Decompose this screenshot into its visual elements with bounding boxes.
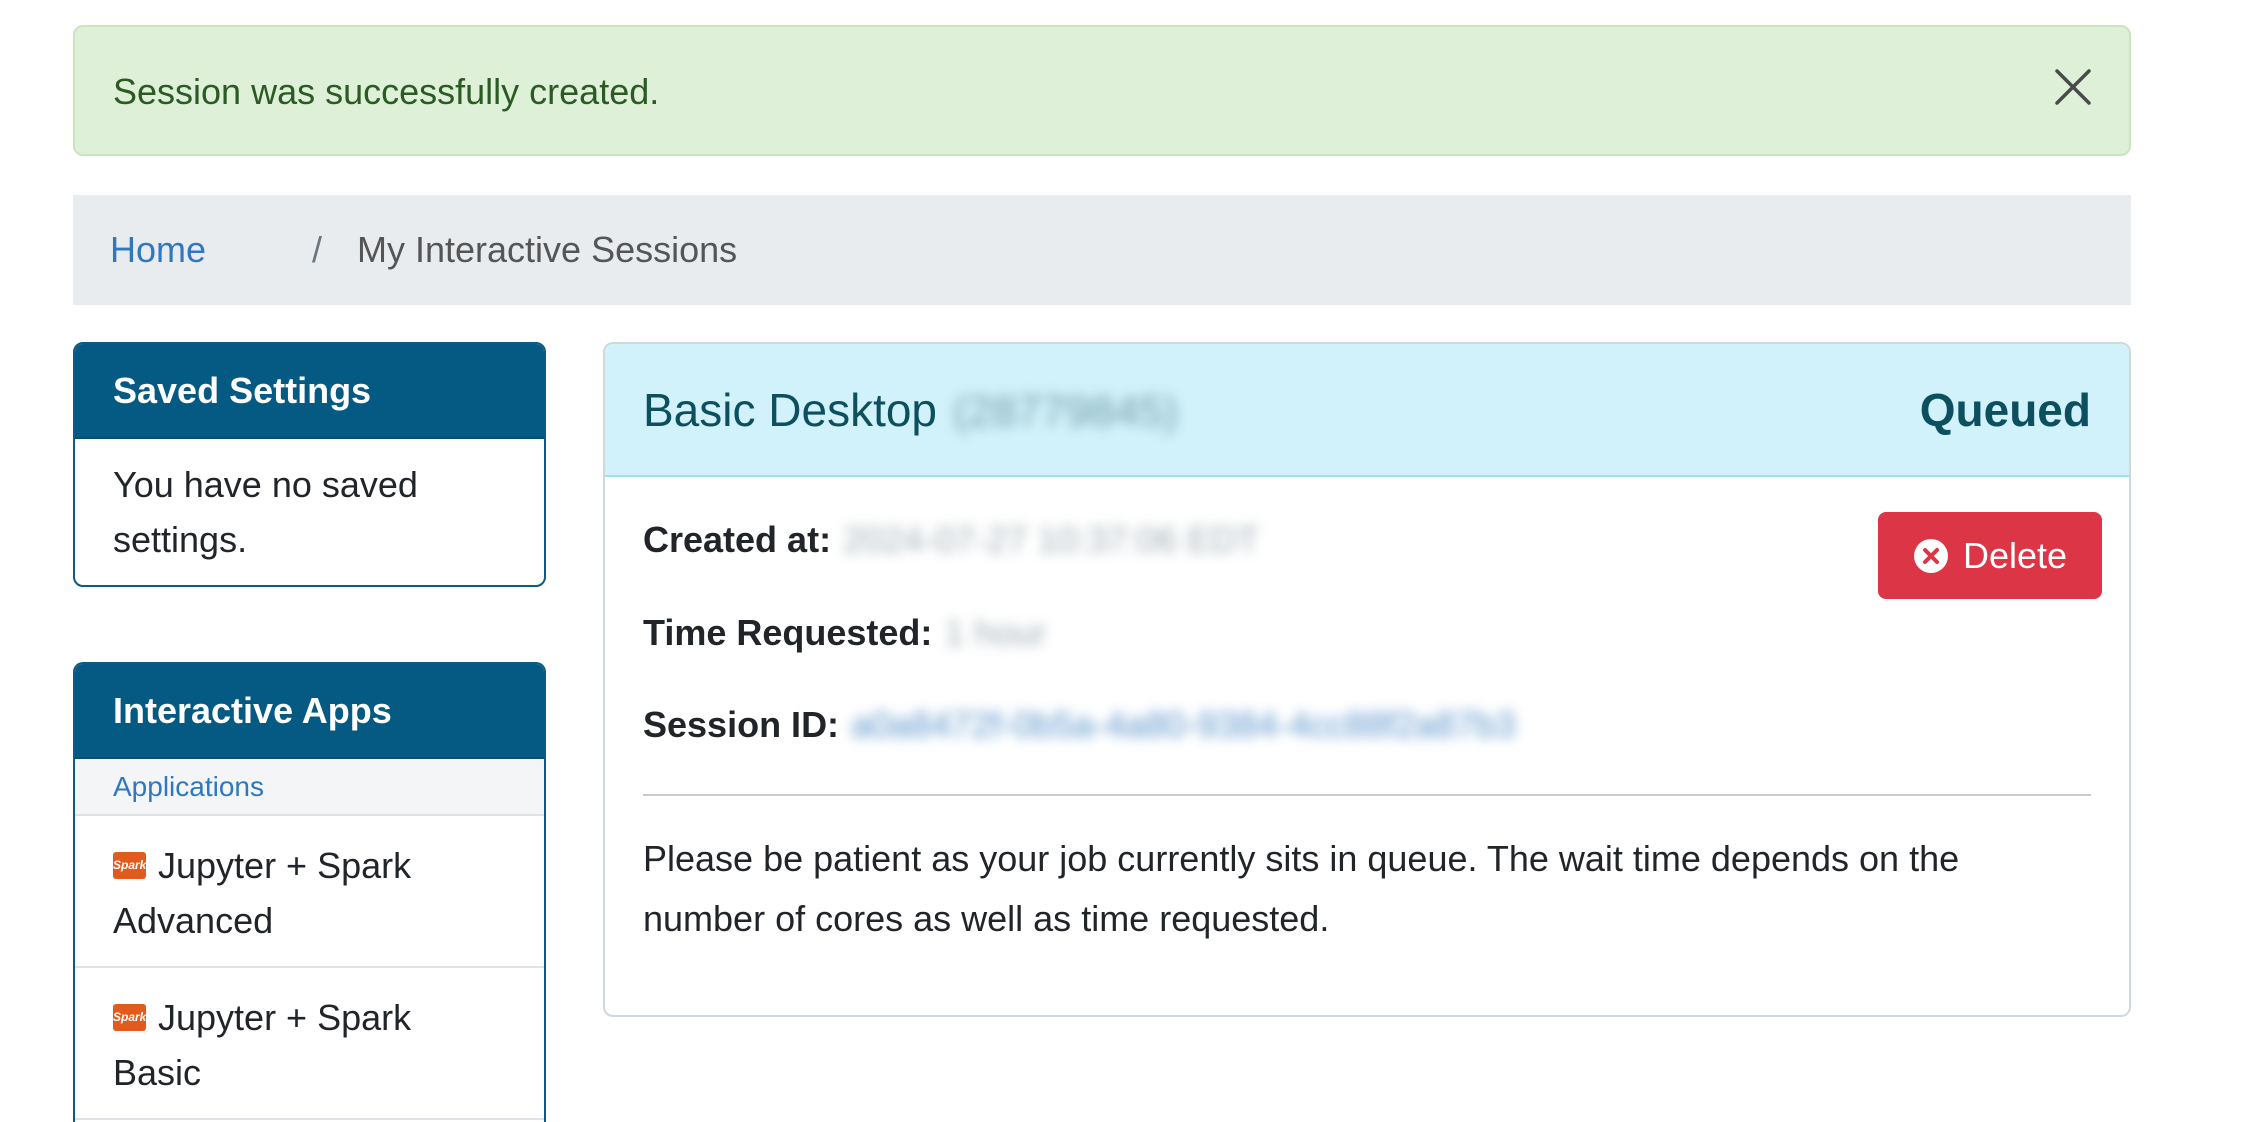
interactive-apps-panel: Interactive Apps Applications Spark Jupyt…	[73, 662, 546, 1122]
session-card-header: Basic Desktop (28779845) Queued	[605, 344, 2129, 477]
time-requested-value: 1 hour	[944, 612, 1047, 653]
breadcrumb-home-link[interactable]: Home	[110, 229, 206, 271]
app-item-jupyter-spark-advanced[interactable]: Spark Jupyter + Spark Advanced	[75, 816, 544, 968]
breadcrumb-current: My Interactive Sessions	[357, 229, 738, 270]
saved-settings-title: Saved Settings	[75, 344, 544, 439]
applications-section-label: Applications	[75, 759, 544, 816]
breadcrumb: Home / My Interactive Sessions	[73, 195, 2131, 305]
success-alert: Session was successfully created.	[73, 25, 2131, 156]
session-id-label: Session ID:	[643, 704, 840, 745]
time-requested-field: Time Requested: 1 hour	[643, 612, 1046, 654]
app-item-label: Jupyter + Spark Advanced	[113, 845, 412, 941]
time-requested-label: Time Requested:	[643, 612, 933, 653]
created-at-value: 2024-07-27 10:37:06 EDT	[843, 519, 1260, 560]
saved-settings-panel: Saved Settings You have no saved setting…	[73, 342, 546, 587]
session-id-field: Session ID: a0a8472f-0b5a-4a80-9384-4cc88…	[643, 704, 1516, 746]
spark-logo-icon: Spark	[113, 851, 146, 879]
app-item-label: Jupyter + Spark Basic	[113, 997, 412, 1093]
queue-message: Please be patient as your job currently …	[643, 838, 1960, 939]
session-title: Basic Desktop (28779845)	[643, 383, 1178, 437]
app-item-jupyter-spark-basic[interactable]: Spark Jupyter + Spark Basic	[75, 968, 544, 1120]
divider	[643, 794, 2091, 796]
session-id-link[interactable]: a0a8472f-0b5a-4a80-9384-4cc88f2a87b3	[851, 704, 1516, 746]
session-job-id: (28779845)	[953, 387, 1179, 436]
alert-message: Session was successfully created.	[113, 71, 660, 112]
created-at-field: Created at: 2024-07-27 10:37:06 EDT	[643, 519, 1259, 561]
delete-button[interactable]: Delete	[1878, 512, 2102, 599]
spark-logo-icon: Spark	[113, 1003, 146, 1031]
created-at-label: Created at:	[643, 519, 832, 560]
close-icon[interactable]	[2053, 67, 2093, 107]
interactive-apps-title: Interactive Apps	[75, 664, 544, 759]
x-circle-icon	[1913, 538, 1948, 573]
session-app-name: Basic Desktop	[643, 384, 938, 436]
session-card: Basic Desktop (28779845) Queued Delete Cr…	[603, 342, 2131, 1017]
saved-settings-message: You have no saved settings.	[113, 464, 418, 560]
delete-label: Delete	[1962, 534, 2068, 576]
session-status: Queued	[1919, 384, 2091, 436]
breadcrumb-separator: /	[312, 229, 323, 270]
